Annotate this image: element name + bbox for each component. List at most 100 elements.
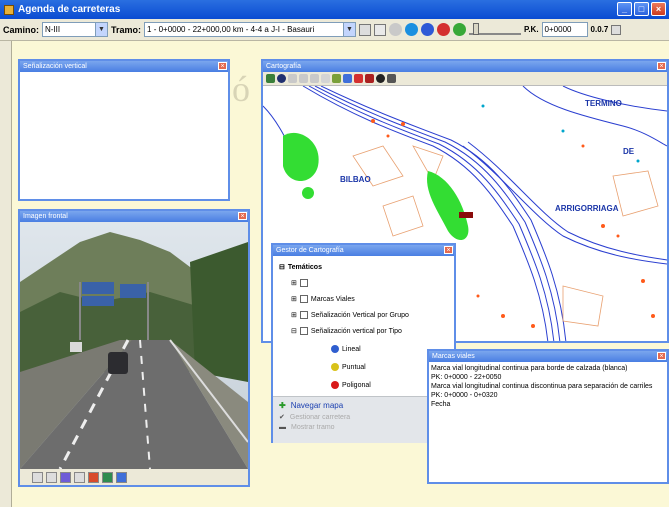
zoom-extent-icon[interactable] (310, 74, 319, 83)
manage-road-label: Gestionar carretera (289, 413, 351, 421)
camino-value: N-III (45, 25, 61, 34)
map-label: ARRIGORRIAGA (555, 204, 619, 213)
layers-title-bar: Gestor de Cartografía × (273, 245, 454, 256)
tree-item[interactable]: ⊟ Señalización vertical por Tipo (291, 324, 402, 338)
camera-title-bar: Imagen frontal × (20, 211, 248, 222)
legend-swatch (331, 345, 339, 353)
tree-item[interactable]: ⊞ (291, 276, 311, 290)
show-section-button[interactable]: ▬ Mostrar tramo (279, 424, 448, 431)
print-icon[interactable] (387, 74, 396, 83)
move-icon: ✚ (279, 401, 286, 410)
main-toolbar: Camino: N-III ▼ Tramo: 1 - 0+0000 - 22+0… (0, 19, 669, 41)
map-title: Cartografía (266, 63, 302, 70)
tree-item-label: Señalización vertical por Tipo (310, 327, 402, 335)
vertical-signs-title-bar: Señalización vertical × (20, 61, 228, 72)
tramo-value: 1 - 0+0000 - 22+000,00 km - 4-4 a J-I - … (147, 25, 315, 34)
maximize-button[interactable]: □ (634, 2, 649, 16)
legend-label: Poligonal (342, 381, 371, 389)
road-camera-image (20, 222, 248, 469)
road-markings-panel: Marcas viales × Marca vial longitudinal … (427, 349, 669, 484)
zoom-out-icon[interactable] (299, 74, 308, 83)
measure-icon[interactable] (343, 74, 352, 83)
map-label: TERMINO (585, 99, 622, 108)
legend-item: Puntual (331, 360, 366, 374)
road-markings-title: Marcas viales (432, 353, 475, 360)
speed-slider[interactable] (469, 22, 522, 35)
pk-value: 0+0000 (544, 25, 572, 34)
list-item[interactable]: Marca vial longitudinal continua para bo… (429, 364, 667, 373)
camino-select[interactable]: N-III ▼ (42, 22, 108, 37)
tree-item[interactable]: ⊞ Marcas Viales (291, 292, 355, 306)
list-item[interactable]: Fecha (429, 400, 667, 409)
select-icon[interactable] (354, 74, 363, 83)
back-icon[interactable] (421, 23, 435, 36)
pk-label: P.K. (524, 25, 539, 34)
left-splitter[interactable] (0, 41, 12, 507)
camera-toolbar (20, 469, 248, 485)
map-label: BILBAO (340, 175, 371, 184)
camera-panel: Imagen frontal × (18, 209, 250, 487)
close-icon[interactable]: × (218, 62, 227, 70)
play-icon[interactable] (405, 23, 419, 36)
navigate-map-button[interactable]: ✚ Navegar mapa (279, 401, 448, 410)
stop-icon[interactable] (389, 23, 403, 36)
tree-item[interactable]: ⊞ Señalización Vertical por Grupo (291, 308, 409, 322)
chevron-down-icon: ▼ (343, 23, 356, 36)
layer-checkbox[interactable] (299, 279, 308, 287)
expand-icon: ⊞ (291, 280, 297, 287)
list-item[interactable]: Marca vial longitudinal continua discont… (429, 382, 667, 391)
tree-root-label: Temáticos (287, 263, 322, 271)
close-icon[interactable]: × (657, 352, 666, 360)
first-frame-icon[interactable] (32, 471, 43, 483)
navigate-map-label: Navegar mapa (290, 401, 344, 410)
pointer-icon[interactable] (60, 471, 71, 483)
layer-checkbox[interactable] (299, 295, 308, 303)
close-icon[interactable]: × (444, 246, 453, 254)
zoom-icon[interactable] (116, 471, 127, 483)
zoom-in-icon[interactable] (288, 74, 297, 83)
refresh-icon[interactable] (88, 471, 99, 483)
segment-icon: ▬ (279, 424, 286, 431)
tramo-select[interactable]: 1 - 0+0000 - 22+000,00 km - 4-4 a J-I - … (144, 22, 357, 37)
prev-frame-icon[interactable] (46, 471, 57, 483)
app-icon (4, 4, 14, 15)
vertical-signs-title: Señalización vertical (23, 63, 87, 70)
list-item[interactable]: PK: 0+0000 - 0+0320 (429, 391, 667, 400)
settings-icon[interactable] (611, 24, 622, 35)
legend-item: Lineal (331, 342, 361, 356)
list-item[interactable]: PK: 0+0000 - 22+0050 (429, 373, 667, 382)
tree-root[interactable]: ⊟ Temáticos (279, 260, 322, 274)
slider-thumb[interactable] (473, 22, 480, 35)
frame-icon[interactable] (74, 471, 85, 483)
globe-icon[interactable] (277, 74, 286, 83)
search-icon[interactable] (359, 23, 372, 36)
close-icon[interactable]: × (657, 62, 666, 70)
show-section-label: Mostrar tramo (291, 424, 335, 431)
layer-checkbox[interactable] (299, 327, 308, 335)
close-button[interactable]: × (651, 2, 666, 16)
delete-icon[interactable] (365, 74, 374, 83)
window-title-bar: Agenda de carreteras _ □ × (0, 0, 669, 19)
chevron-down-icon: ▼ (95, 23, 107, 36)
home-icon[interactable] (374, 23, 387, 36)
window-title: Agenda de carreteras (18, 4, 121, 15)
counter-readout: 0.0.7 (590, 25, 609, 34)
layer-checkbox[interactable] (299, 311, 308, 319)
info-icon[interactable] (376, 74, 385, 83)
pk-input[interactable]: 0+0000 (541, 22, 588, 37)
close-icon[interactable]: × (238, 212, 247, 220)
collapse-icon: ⊟ (279, 264, 285, 271)
collapse-icon: ⊟ (291, 328, 297, 335)
pan-icon[interactable] (321, 74, 330, 83)
identify-icon[interactable] (332, 74, 341, 83)
legend-label: Puntual (342, 363, 366, 371)
forward-icon[interactable] (453, 23, 467, 36)
check-icon: ✔ (279, 414, 285, 421)
camera-icon[interactable] (102, 471, 113, 483)
tree-item-label: Marcas Viales (310, 295, 355, 303)
layers-icon[interactable] (266, 74, 275, 83)
expand-icon: ⊞ (291, 296, 297, 303)
record-icon[interactable] (437, 23, 451, 36)
minimize-button[interactable]: _ (617, 2, 632, 16)
manage-road-button[interactable]: ✔ Gestionar carretera (279, 413, 448, 422)
